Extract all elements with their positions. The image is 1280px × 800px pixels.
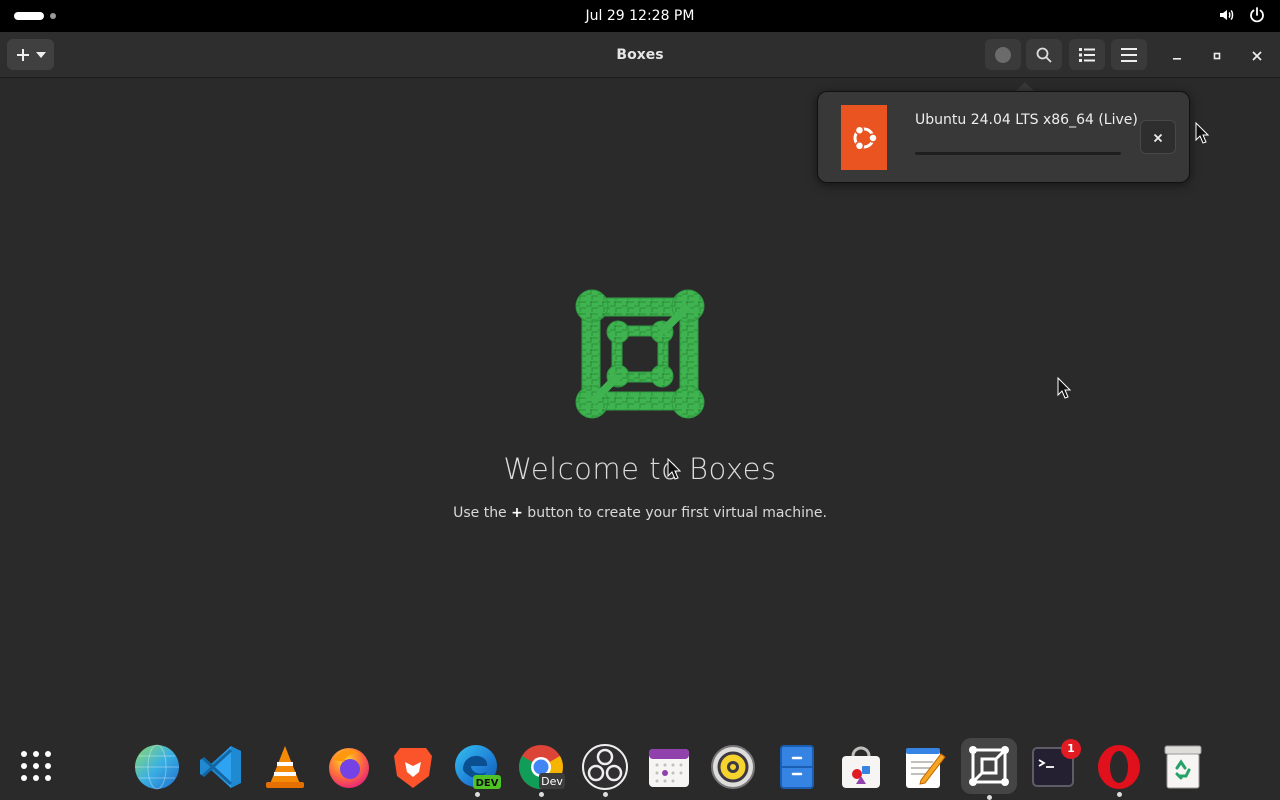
mouse-cursor-icon bbox=[1057, 377, 1071, 399]
minimize-button[interactable] bbox=[1163, 41, 1191, 69]
running-indicator bbox=[603, 792, 608, 797]
chrome-dev-icon: Dev bbox=[517, 743, 565, 791]
power-icon bbox=[1248, 6, 1266, 26]
welcome-subtitle-plus: + bbox=[511, 505, 523, 521]
dock-boxes[interactable] bbox=[961, 738, 1017, 800]
header-bar: Boxes bbox=[0, 32, 1280, 78]
ubuntu-logo-icon bbox=[841, 105, 887, 170]
close-window-button[interactable] bbox=[1243, 41, 1271, 69]
welcome-subtitle: Use the + button to create your first vi… bbox=[340, 505, 940, 521]
globe-icon bbox=[133, 743, 181, 791]
download-progress-bar bbox=[915, 152, 1121, 155]
running-indicator bbox=[987, 795, 992, 800]
trash-recycle-icon bbox=[1163, 744, 1203, 790]
downloads-indicator-button[interactable] bbox=[985, 39, 1021, 70]
boxes-logo-icon bbox=[574, 288, 706, 420]
welcome-title: Welcome to Boxes bbox=[503, 452, 777, 486]
dock-rhythmbox[interactable] bbox=[707, 741, 759, 793]
chrome-dev-label: Dev bbox=[541, 775, 563, 788]
mouse-cursor-icon bbox=[1195, 122, 1209, 144]
main-menu-icon bbox=[1121, 47, 1137, 62]
app-grid-icon bbox=[19, 749, 53, 783]
dock-vscode[interactable] bbox=[195, 741, 247, 793]
plus-icon bbox=[16, 48, 30, 62]
notepad-icon bbox=[903, 744, 947, 790]
welcome-subtitle-end: button to create your first virtual mach… bbox=[522, 505, 827, 521]
boxes-icon bbox=[967, 744, 1011, 788]
dock-edge-dev[interactable]: DEV bbox=[451, 741, 503, 797]
close-icon bbox=[1252, 46, 1262, 65]
maximize-button[interactable] bbox=[1203, 41, 1231, 69]
main-menu-button[interactable] bbox=[1111, 39, 1147, 70]
window-title: Boxes bbox=[616, 47, 664, 63]
cancel-download-button[interactable] bbox=[1140, 120, 1176, 154]
vlc-cone-icon bbox=[263, 744, 307, 790]
dock-firefox[interactable] bbox=[323, 741, 375, 793]
brave-lion-icon bbox=[392, 744, 434, 790]
obs-icon bbox=[581, 743, 629, 791]
close-icon bbox=[1153, 128, 1163, 147]
downloads-popover: Ubuntu 24.04 LTS x86_64 (Live) bbox=[817, 91, 1190, 183]
dock-files[interactable] bbox=[771, 741, 823, 793]
search-icon bbox=[1036, 47, 1052, 63]
dock-obs[interactable] bbox=[579, 741, 631, 797]
speaker-icon bbox=[710, 744, 756, 790]
clock[interactable]: Jul 29 12:28 PM bbox=[540, 0, 740, 32]
dock-text-editor[interactable] bbox=[899, 741, 951, 793]
show-apps-button[interactable] bbox=[8, 738, 64, 794]
dock-chrome-dev[interactable]: Dev bbox=[515, 741, 567, 797]
opera-icon bbox=[1096, 743, 1142, 791]
workspace-dot bbox=[50, 13, 56, 19]
vscode-icon bbox=[198, 744, 244, 790]
dock-software[interactable] bbox=[835, 741, 887, 793]
mouse-cursor-icon bbox=[667, 458, 681, 480]
dock-calendar[interactable] bbox=[643, 741, 695, 793]
system-indicators[interactable] bbox=[1218, 6, 1266, 26]
os-name: Ubuntu 24.04 LTS x86_64 (Live) bbox=[915, 112, 1138, 128]
firefox-icon bbox=[326, 744, 372, 790]
dock-vlc[interactable] bbox=[259, 741, 311, 793]
running-indicator bbox=[1117, 792, 1122, 797]
workspace-active-pill bbox=[14, 12, 44, 20]
file-cabinet-icon bbox=[777, 744, 817, 790]
dock: DEV Dev 1 bbox=[0, 732, 1280, 800]
dock-opera[interactable] bbox=[1093, 741, 1145, 797]
view-list-icon bbox=[1079, 47, 1095, 62]
minimize-icon bbox=[1172, 46, 1182, 65]
dock-brave[interactable] bbox=[387, 741, 439, 793]
edge-dev-label: DEV bbox=[476, 778, 499, 789]
store-bag-icon bbox=[839, 744, 883, 790]
welcome-subtitle-start: Use the bbox=[453, 505, 512, 521]
edge-dev-icon: DEV bbox=[453, 743, 501, 791]
calendar-icon bbox=[647, 745, 691, 789]
running-indicator bbox=[539, 792, 544, 797]
chevron-down-icon bbox=[35, 51, 46, 58]
notification-badge: 1 bbox=[1061, 739, 1081, 759]
top-bar: Jul 29 12:28 PM bbox=[0, 0, 1280, 32]
maximize-icon bbox=[1212, 46, 1222, 65]
volume-icon bbox=[1218, 6, 1236, 26]
running-indicator bbox=[475, 792, 480, 797]
downloads-indicator-icon bbox=[994, 46, 1012, 64]
dock-trash[interactable] bbox=[1157, 741, 1209, 793]
dock-web-browser[interactable] bbox=[131, 741, 183, 793]
dock-terminal[interactable]: 1 bbox=[1027, 739, 1081, 793]
view-toggle-button[interactable] bbox=[1069, 39, 1105, 70]
search-button[interactable] bbox=[1026, 39, 1062, 70]
new-vm-button[interactable] bbox=[7, 39, 54, 70]
activities-indicator[interactable] bbox=[14, 10, 62, 22]
